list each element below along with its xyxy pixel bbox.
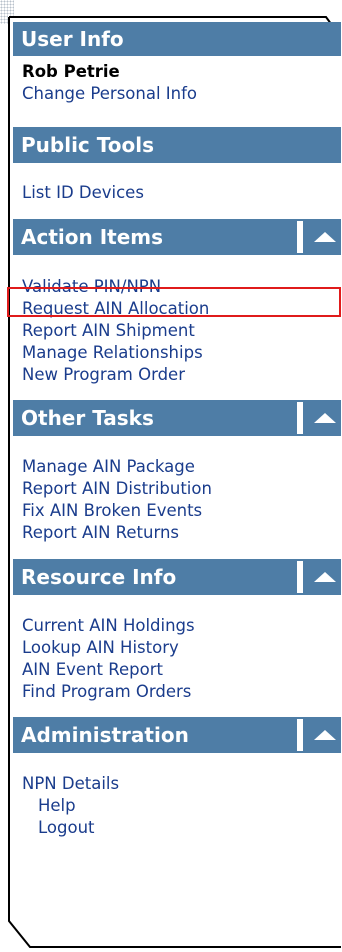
section-header-user-info: User Info [13,22,341,56]
new-program-order-link[interactable]: New Program Order [22,364,185,386]
triangle-up-icon [314,730,336,740]
section-title: Other Tasks [21,406,154,430]
help-link[interactable]: Help [38,795,76,817]
fix-ain-broken-events-link[interactable]: Fix AIN Broken Events [22,500,202,522]
manage-ain-package-link[interactable]: Manage AIN Package [22,456,195,478]
triangle-up-icon [314,572,336,582]
report-ain-returns-link[interactable]: Report AIN Returns [22,522,179,544]
report-ain-distribution-link[interactable]: Report AIN Distribution [22,478,212,500]
user-name: Rob Petrie [22,62,120,81]
collapse-resource-info-button[interactable] [297,561,341,593]
logout-link[interactable]: Logout [38,817,95,839]
section-title: User Info [21,27,124,51]
npn-details-link[interactable]: NPN Details [22,773,119,795]
section-header-other-tasks: Other Tasks [13,400,341,436]
collapse-administration-button[interactable] [297,719,341,751]
section-header-resource-info: Resource Info [13,559,341,595]
manage-relationships-link[interactable]: Manage Relationships [22,342,203,364]
sidebar-panel: User Info Rob Petrie Change Personal Inf… [8,16,341,948]
collapse-other-tasks-button[interactable] [297,402,341,434]
section-title: Action Items [21,225,164,249]
section-header-action-items: Action Items [13,219,341,255]
report-ain-shipment-link[interactable]: Report AIN Shipment [22,320,195,342]
triangle-up-icon [314,413,336,423]
change-personal-info-link[interactable]: Change Personal Info [22,83,197,105]
current-ain-holdings-link[interactable]: Current AIN Holdings [22,615,195,637]
highlight-request-ain-allocation [7,287,341,317]
triangle-up-icon [314,232,336,242]
section-title: Administration [21,723,189,747]
list-id-devices-link[interactable]: List ID Devices [22,182,144,204]
section-title: Resource Info [21,565,177,589]
collapse-action-items-button[interactable] [297,221,341,253]
find-program-orders-link[interactable]: Find Program Orders [22,681,191,703]
section-title: Public Tools [21,133,154,157]
ain-event-report-link[interactable]: AIN Event Report [22,659,163,681]
lookup-ain-history-link[interactable]: Lookup AIN History [22,637,179,659]
section-header-public-tools: Public Tools [13,127,341,163]
section-header-administration: Administration [13,717,341,753]
